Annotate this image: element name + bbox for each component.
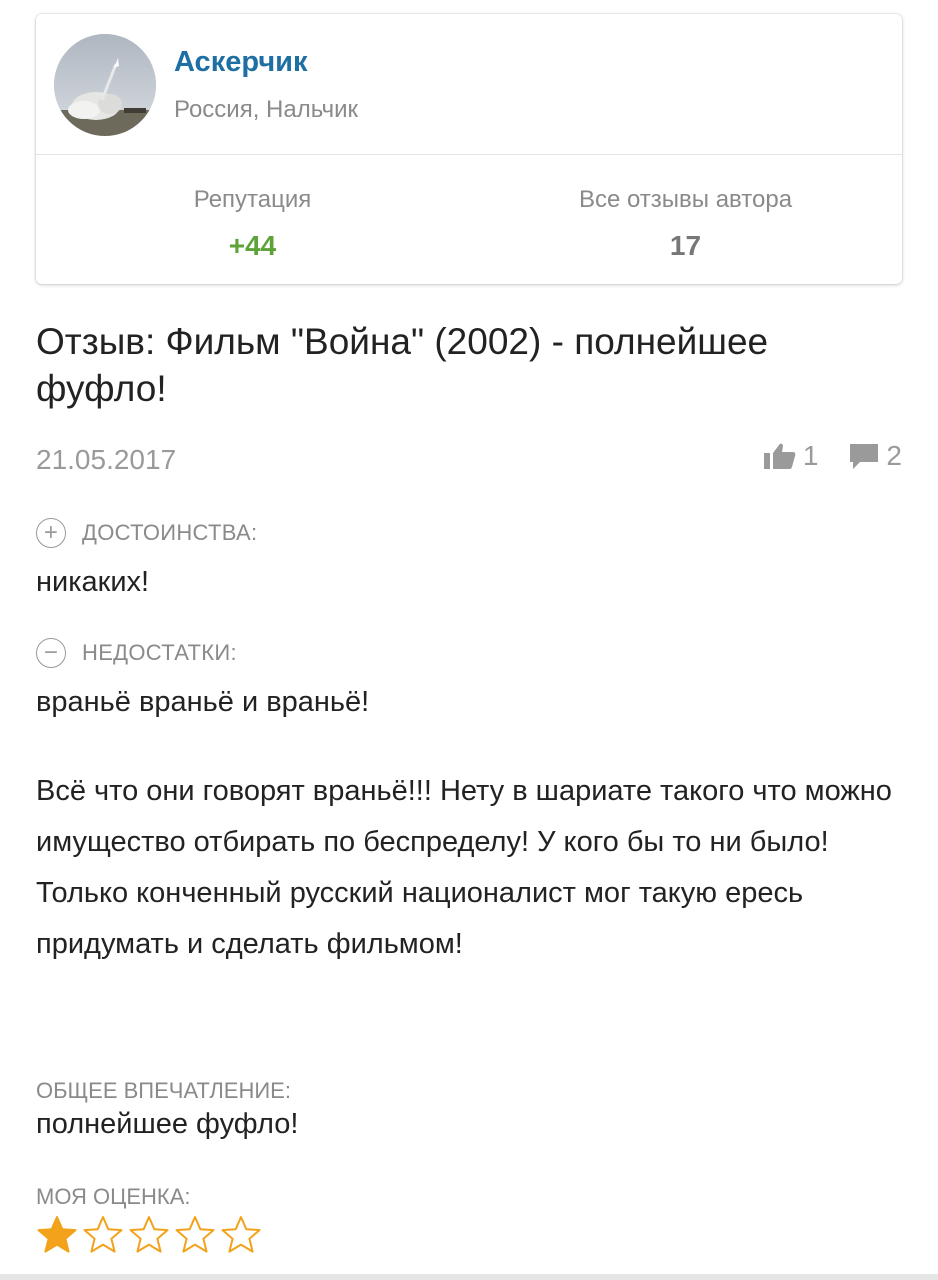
comment-icon (850, 444, 879, 469)
thumbs-up-icon (763, 443, 796, 469)
review-meta: 1 2 (763, 440, 902, 472)
likes-count: 1 (802, 440, 819, 471)
avatar-image (54, 34, 156, 136)
minus-circle-icon: − (36, 638, 66, 668)
star-empty-icon (129, 1216, 169, 1253)
author-name-link[interactable]: Аскерчик (174, 46, 308, 79)
comments-count: 2 (886, 440, 902, 471)
author-reviews-link[interactable]: Все отзывы автора 17 (469, 186, 902, 262)
author-card: Аскерчик Россия, Нальчик Репутация +44 В… (36, 14, 902, 284)
bottom-divider (0, 1274, 938, 1280)
impression-text: полнейшее фуфло! (36, 1108, 299, 1140)
review-paragraph: Только конченный русский националист мог… (36, 877, 804, 960)
author-reviews-count: 17 (669, 230, 702, 261)
reputation-value: +44 (228, 230, 277, 261)
review-title: Отзыв: Фильм "Война" (2002) - полнейшее … (36, 321, 769, 409)
review-body: Всё что они говорят враньё!!! Нету в шар… (36, 766, 906, 970)
cons-label: НЕДОСТАТКИ: (82, 640, 237, 665)
author-location: Россия, Нальчик (174, 96, 359, 123)
review-date: 21.05.2017 (36, 444, 177, 475)
rating-stars (36, 1215, 266, 1255)
star-empty-icon (83, 1216, 123, 1253)
pros-label: ДОСТОИНСТВА: (82, 520, 258, 545)
cons-header: − НЕДОСТАТКИ: (36, 638, 237, 668)
plus-circle-icon: + (36, 518, 66, 548)
comments-button[interactable]: 2 (848, 440, 902, 472)
reputation-stat: Репутация +44 (36, 186, 469, 262)
reputation-label: Репутация (193, 186, 312, 213)
impression-label: ОБЩЕЕ ВПЕЧАТЛЕНИЕ: (36, 1078, 291, 1103)
rating-label: МОЯ ОЦЕНКА: (36, 1184, 191, 1209)
avatar[interactable] (54, 34, 156, 136)
pros-text: никаких! (36, 566, 150, 598)
likes-button[interactable]: 1 (763, 440, 819, 472)
author-reviews-label: Все отзывы автора (578, 186, 793, 213)
pros-header: + ДОСТОИНСТВА: (36, 518, 257, 548)
star-empty-icon (175, 1216, 215, 1253)
cons-text: враньё враньё и враньё! (36, 686, 370, 718)
card-divider (36, 154, 902, 155)
review-paragraph: Всё что они говорят враньё!!! Нету в шар… (36, 775, 892, 858)
star-filled-icon (37, 1216, 77, 1253)
star-empty-icon (221, 1216, 261, 1253)
